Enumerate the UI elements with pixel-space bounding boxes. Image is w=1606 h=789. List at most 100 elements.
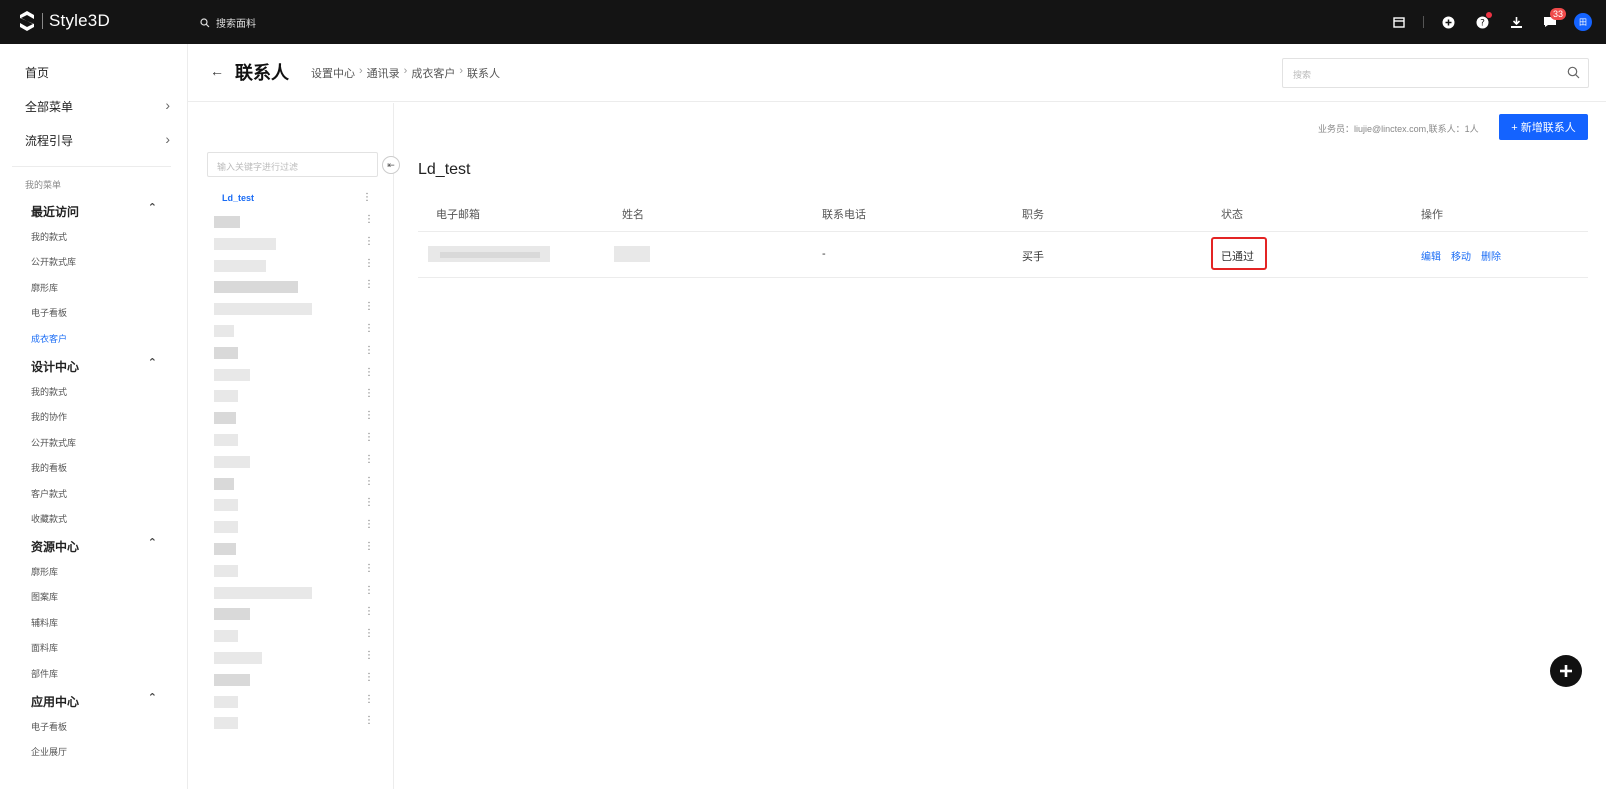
blurred-tree-node[interactable] [214,346,238,359]
breadcrumb-item[interactable]: 成衣客户 [411,65,455,81]
more-vertical-icon[interactable]: ⋮ [364,454,374,465]
blurred-tree-node[interactable] [214,412,236,425]
blurred-tree-node[interactable] [214,455,250,468]
blurred-tree-node[interactable] [214,368,250,381]
blurred-tree-node[interactable] [214,521,238,534]
group-recent[interactable]: 最近访问 ⌃ [31,202,157,220]
blurred-tree-node[interactable] [214,564,238,577]
blurred-tree-node[interactable] [214,390,238,403]
more-vertical-icon[interactable]: ⋮ [364,323,374,334]
blurred-tree-node[interactable] [214,477,234,490]
sidebar-item-label: 流程引导 [25,134,74,148]
sidebar-item[interactable]: 企业展厅 [31,745,67,758]
avatar[interactable]: 田 [1574,13,1592,31]
sidebar-item[interactable]: 部件库 [31,667,58,680]
blurred-tree-node[interactable] [214,543,236,555]
back-arrow-icon[interactable]: ← [210,63,224,79]
sidebar-item[interactable]: 图案库 [31,590,58,603]
more-vertical-icon[interactable]: ⋮ [364,301,374,312]
search-icon [200,17,210,27]
sidebar-item[interactable]: 电子看板 [31,306,67,319]
more-vertical-icon[interactable]: ⋮ [364,279,374,290]
blurred-tree-node[interactable] [214,717,238,730]
breadcrumb-item[interactable]: 通讯录 [367,65,400,81]
search-input[interactable]: 搜索 [1282,58,1589,88]
delete-link[interactable]: 删除 [1481,252,1501,263]
more-vertical-icon[interactable]: ⋮ [364,694,374,705]
group-app-center[interactable]: 应用中心 ⌃ [31,692,157,710]
group-design-center[interactable]: 设计中心 ⌃ [31,357,157,375]
sidebar-item[interactable]: 廓形库 [31,281,58,294]
sidebar-item[interactable]: 我的款式 [31,385,67,398]
sidebar-item[interactable]: 公开款式库 [31,436,76,449]
more-vertical-icon[interactable]: ⋮ [364,541,374,552]
more-vertical-icon[interactable]: ⋮ [364,388,374,399]
collapse-panel-icon[interactable]: ⇤ [382,156,400,174]
blurred-tree-node[interactable] [214,652,262,664]
more-vertical-icon[interactable]: ⋮ [364,563,374,574]
sidebar-item[interactable]: 电子看板 [31,720,67,733]
search-icon[interactable] [1567,66,1580,79]
blurred-tree-node[interactable] [214,586,312,599]
more-vertical-icon[interactable]: ⋮ [364,236,374,247]
sidebar-item[interactable]: 我的款式 [31,230,67,243]
blurred-tree-node[interactable] [214,281,298,294]
blurred-tree-node[interactable] [214,608,250,621]
more-vertical-icon[interactable]: ⋮ [364,410,374,421]
blurred-tree-node[interactable] [214,499,238,512]
sidebar-item[interactable]: 公开款式库 [31,255,76,268]
more-vertical-icon[interactable]: ⋮ [364,628,374,639]
add-circle-icon[interactable] [1438,12,1458,32]
more-vertical-icon[interactable]: ⋮ [364,497,374,508]
sidebar-item[interactable]: 我的协作 [31,410,67,423]
more-vertical-icon[interactable]: ⋮ [364,672,374,683]
blurred-tree-node[interactable] [214,303,312,316]
sidebar-item[interactable]: 廓形库 [31,565,58,578]
more-vertical-icon[interactable]: ⋮ [364,715,374,726]
blurred-tree-node[interactable] [214,216,240,228]
more-vertical-icon[interactable]: ⋮ [362,192,372,203]
help-icon[interactable]: ? [1472,12,1492,32]
blurred-tree-node[interactable] [214,325,234,337]
sidebar-item-guide[interactable]: 流程引导 › [25,131,170,149]
edit-link[interactable]: 编辑 [1421,252,1441,263]
breadcrumb-item[interactable]: 设置中心 [311,65,355,81]
move-link[interactable]: 移动 [1451,252,1471,263]
blurred-tree-node[interactable] [214,630,238,643]
sidebar-item-home[interactable]: 首页 [25,64,170,81]
sidebar-item[interactable]: 客户款式 [31,487,67,500]
top-search[interactable]: 搜索面料 [200,15,256,30]
sidebar-item[interactable]: 我的看板 [31,461,67,474]
floating-add-button[interactable] [1550,655,1582,687]
add-contact-button[interactable]: + 新增联系人 [1499,114,1588,140]
more-vertical-icon[interactable]: ⋮ [364,367,374,378]
message-icon[interactable]: 33 [1540,8,1567,32]
tree-node-label: Ld_test [222,193,255,203]
sidebar-item-all-menus[interactable]: 全部菜单 › [25,97,170,115]
group-resource-center[interactable]: 资源中心 ⌃ [31,537,157,555]
more-vertical-icon[interactable]: ⋮ [364,476,374,487]
tree-node-selected[interactable]: Ld_test ⋮ [214,192,374,207]
blurred-tree-node[interactable] [214,695,238,708]
tree-filter-input[interactable]: 输入关键字进行过滤 [207,152,378,177]
more-vertical-icon[interactable]: ⋮ [364,650,374,661]
more-vertical-icon[interactable]: ⋮ [364,258,374,269]
more-vertical-icon[interactable]: ⋮ [364,345,374,356]
store-icon[interactable] [1389,12,1409,32]
blurred-tree-node[interactable] [214,673,250,686]
more-vertical-icon[interactable]: ⋮ [364,214,374,225]
sidebar-item[interactable]: 辅料库 [31,616,58,629]
more-vertical-icon[interactable]: ⋮ [364,585,374,596]
brand-logo[interactable]: Style3D [18,10,110,32]
more-vertical-icon[interactable]: ⋮ [364,432,374,443]
sidebar-item[interactable]: 面料库 [31,641,58,654]
blurred-tree-node[interactable] [214,259,266,272]
sidebar-item-active[interactable]: 成衣客户 [31,332,67,345]
blurred-tree-node[interactable] [214,434,238,446]
download-icon[interactable] [1506,12,1526,32]
more-vertical-icon[interactable]: ⋮ [364,519,374,530]
more-vertical-icon[interactable]: ⋮ [364,606,374,617]
sidebar-item[interactable]: 收藏款式 [31,512,67,525]
chevron-right-icon: › [165,97,170,113]
blurred-tree-node[interactable] [214,237,276,250]
